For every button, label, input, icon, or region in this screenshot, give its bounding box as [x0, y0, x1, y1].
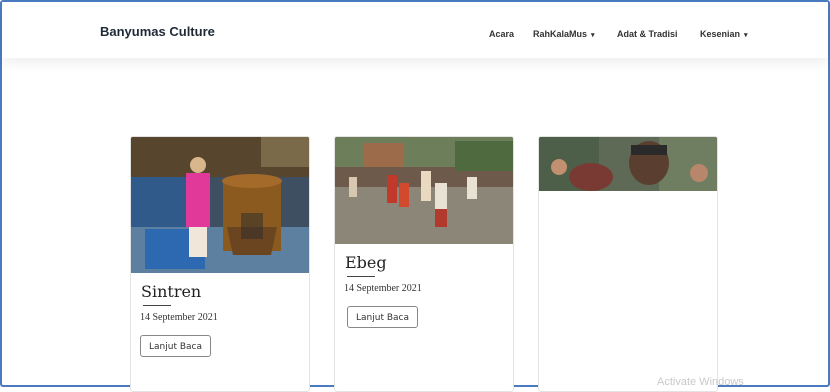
- read-more-button[interactable]: Lanjut Baca: [347, 306, 418, 328]
- article-card: Ebeg 14 September 2021 Lanjut Baca: [334, 136, 514, 392]
- article-card: [538, 136, 718, 392]
- brand-logo[interactable]: Banyumas Culture: [100, 24, 215, 39]
- nav-item-label: Kesenian: [700, 29, 741, 39]
- nav-item-kesenian[interactable]: Kesenian ▾: [700, 29, 748, 39]
- activate-windows-watermark: Activate Windows: [657, 376, 744, 388]
- card-image[interactable]: [131, 137, 309, 273]
- nav-item-label: Adat & Tradisi: [617, 29, 678, 39]
- nav-item-acara[interactable]: Acara: [489, 29, 514, 39]
- card-date: 14 September 2021: [344, 283, 422, 294]
- nav-item-adat-tradisi[interactable]: Adat & Tradisi: [617, 29, 678, 39]
- chevron-down-icon: ▾: [591, 32, 595, 39]
- nav-item-label: RahKalaMus: [533, 29, 588, 39]
- title-underline: [347, 276, 375, 277]
- title-underline: [143, 305, 171, 306]
- card-image[interactable]: [335, 137, 513, 244]
- chevron-down-icon: ▾: [744, 32, 748, 39]
- card-date: 14 September 2021: [140, 312, 218, 323]
- nav-item-rahkalamus[interactable]: RahKalaMus ▾: [533, 29, 595, 39]
- article-card: Sintren 14 September 2021 Lanjut Baca: [130, 136, 310, 392]
- navbar: Banyumas Culture Acara RahKalaMus ▾ Adat …: [2, 2, 828, 58]
- card-image[interactable]: [539, 137, 717, 191]
- card-title: Ebeg: [345, 253, 387, 272]
- nav-item-label: Acara: [489, 29, 515, 39]
- read-more-button[interactable]: Lanjut Baca: [140, 335, 211, 357]
- card-title: Sintren: [141, 282, 202, 301]
